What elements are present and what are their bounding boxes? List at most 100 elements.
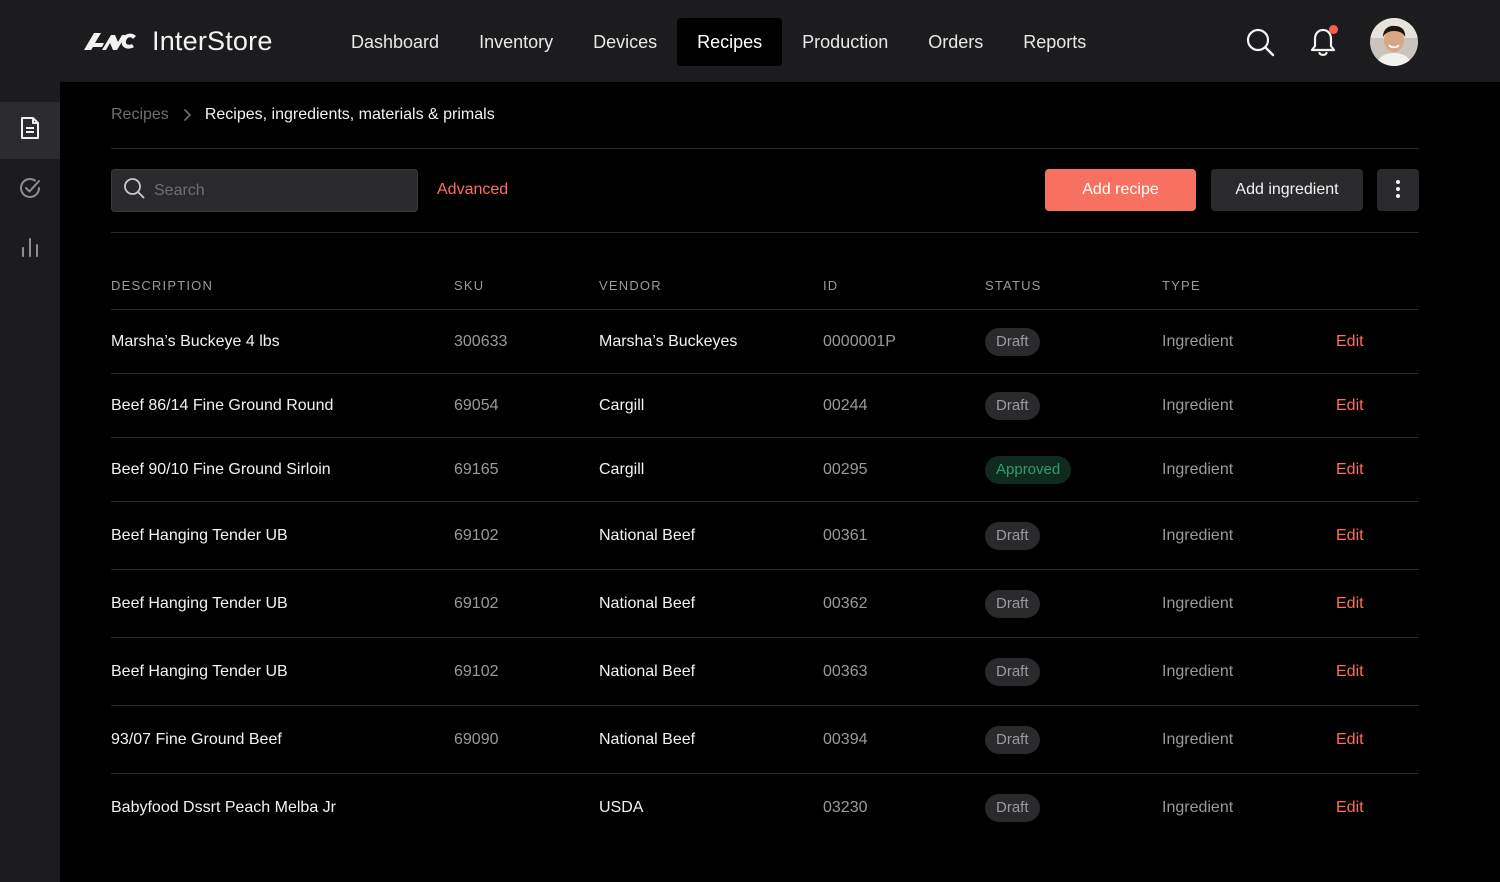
header-status[interactable]: STATUS <box>985 278 1162 293</box>
cell-vendor: Cargill <box>599 460 645 478</box>
nav-reports[interactable]: Reports <box>1003 18 1106 66</box>
edit-link[interactable]: Edit <box>1336 397 1419 415</box>
header-type[interactable]: TYPE <box>1162 278 1336 293</box>
sidebar-item-recipes[interactable] <box>0 102 60 159</box>
cell-status: Draft <box>985 327 1162 356</box>
status-badge: Draft <box>985 794 1040 822</box>
nav-orders[interactable]: Orders <box>908 18 1003 66</box>
table-row[interactable]: Beef 90/10 Fine Ground Sirloin 69165 Car… <box>111 438 1419 502</box>
cell-type: Ingredient <box>1162 460 1234 478</box>
table-row[interactable]: 93/07 Fine Ground Beef 69090 National Be… <box>111 706 1419 774</box>
edit-link[interactable]: Edit <box>1336 333 1419 351</box>
cell-status: Draft <box>985 589 1162 618</box>
edit-link[interactable]: Edit <box>1336 663 1419 681</box>
nav-recipes[interactable]: Recipes <box>677 18 783 66</box>
main-content: Recipes Recipes, ingredients, materials … <box>111 82 1419 842</box>
advanced-search-link[interactable]: Advanced <box>437 181 508 199</box>
cell-sku: 69054 <box>454 396 499 414</box>
table-row[interactable]: Beef 86/14 Fine Ground Round 69054 Cargi… <box>111 374 1419 438</box>
notification-dot <box>1329 25 1338 34</box>
table-row[interactable]: Marsha’s Buckeye 4 lbs 300633 Marsha’s B… <box>111 310 1419 374</box>
breadcrumb-recipes[interactable]: Recipes <box>111 106 169 124</box>
status-badge: Draft <box>985 521 1040 550</box>
table-row[interactable]: Beef Hanging Tender UB 69102 National Be… <box>111 638 1419 706</box>
edit-link[interactable]: Edit <box>1336 595 1419 613</box>
status-badge: Draft <box>985 391 1040 420</box>
edit-link[interactable]: Edit <box>1336 527 1419 545</box>
user-avatar[interactable] <box>1370 18 1418 66</box>
cell-id: 0000001P <box>823 332 896 350</box>
breadcrumb-current: Recipes, ingredients, materials & primal… <box>204 106 495 123</box>
sidebar-item-approvals[interactable] <box>0 162 60 218</box>
cell-description: Beef 86/14 Fine Ground Round <box>111 396 334 414</box>
cell-status: Approved <box>985 455 1162 484</box>
cell-vendor: Cargill <box>599 396 645 414</box>
top-bar: InterStore Dashboard Inventory Devices R… <box>0 0 1500 82</box>
cell-vendor: USDA <box>599 799 644 816</box>
edit-link[interactable]: Edit <box>1336 799 1419 817</box>
nav-production[interactable]: Production <box>782 18 908 66</box>
cell-description: Beef Hanging Tender UB <box>111 662 288 680</box>
document-icon <box>19 116 41 145</box>
cell-sku: 69090 <box>454 730 499 748</box>
cell-status: Draft <box>985 725 1162 754</box>
cell-status: Draft <box>985 391 1162 420</box>
app-name: InterStore <box>152 25 273 56</box>
cell-description: 93/07 Fine Ground Beef <box>111 730 282 748</box>
search-field[interactable] <box>111 169 418 212</box>
cell-id: 00362 <box>823 594 868 612</box>
toolbar: Advanced Add recipe Add ingredient <box>111 149 1419 233</box>
nav-inventory[interactable]: Inventory <box>459 18 573 66</box>
cell-id: 00394 <box>823 730 868 748</box>
cell-description: Beef 90/10 Fine Ground Sirloin <box>111 460 331 478</box>
sidebar-item-reports[interactable] <box>0 221 60 277</box>
nav-devices[interactable]: Devices <box>573 18 677 66</box>
cell-description: Beef Hanging Tender UB <box>111 526 288 544</box>
app-logo[interactable]: InterStore <box>82 24 273 58</box>
cell-status: Draft <box>985 521 1162 550</box>
cell-sku: 300633 <box>454 332 508 350</box>
status-badge: Draft <box>985 725 1040 754</box>
header-description[interactable]: DESCRIPTION <box>111 278 454 293</box>
add-recipe-button[interactable]: Add recipe <box>1045 169 1196 211</box>
cell-vendor: National Beef <box>599 526 696 544</box>
cell-sku: 69102 <box>454 594 499 612</box>
status-badge: Draft <box>985 327 1040 356</box>
bar-chart-icon <box>20 236 40 263</box>
check-circle-icon <box>18 176 42 205</box>
cell-sku: 69102 <box>454 526 499 544</box>
cell-status: Draft <box>985 657 1162 686</box>
cell-vendor: National Beef <box>599 662 696 680</box>
search-icon[interactable] <box>1242 24 1278 60</box>
table-row[interactable]: Babyfood Dssrt Peach Melba Jr USDA 03230… <box>111 774 1419 842</box>
header-sku[interactable]: SKU <box>454 278 599 293</box>
cell-sku: 69165 <box>454 460 499 478</box>
status-badge: Draft <box>985 589 1040 618</box>
cell-status: Draft <box>985 794 1162 822</box>
cell-id: 00244 <box>823 396 868 414</box>
add-ingredient-button[interactable]: Add ingredient <box>1211 169 1363 211</box>
cell-type: Ingredient <box>1162 730 1234 748</box>
bell-icon[interactable] <box>1305 24 1341 60</box>
cell-description: Marsha’s Buckeye 4 lbs <box>111 332 280 350</box>
recipes-table: DESCRIPTION SKU VENDOR ID STATUS TYPE Ma… <box>111 233 1419 842</box>
cell-id: 00295 <box>823 460 868 478</box>
table-row[interactable]: Beef Hanging Tender UB 69102 National Be… <box>111 570 1419 638</box>
header-vendor[interactable]: VENDOR <box>599 278 823 293</box>
edit-link[interactable]: Edit <box>1336 461 1419 479</box>
cell-description: Babyfood Dssrt Peach Melba Jr <box>111 799 336 816</box>
header-id[interactable]: ID <box>823 278 985 293</box>
status-badge: Draft <box>985 657 1040 686</box>
search-input[interactable] <box>154 181 394 200</box>
search-field-icon <box>123 177 145 204</box>
more-options-button[interactable] <box>1377 169 1419 211</box>
more-vertical-icon <box>1395 179 1401 202</box>
chevron-right-icon <box>183 109 191 121</box>
cell-vendor: Marsha’s Buckeyes <box>599 332 738 350</box>
cell-vendor: National Beef <box>599 730 696 748</box>
nav-dashboard[interactable]: Dashboard <box>331 18 459 66</box>
cell-id: 03230 <box>823 799 868 816</box>
interstore-logo-icon <box>82 31 138 51</box>
edit-link[interactable]: Edit <box>1336 731 1419 749</box>
table-row[interactable]: Beef Hanging Tender UB 69102 National Be… <box>111 502 1419 570</box>
